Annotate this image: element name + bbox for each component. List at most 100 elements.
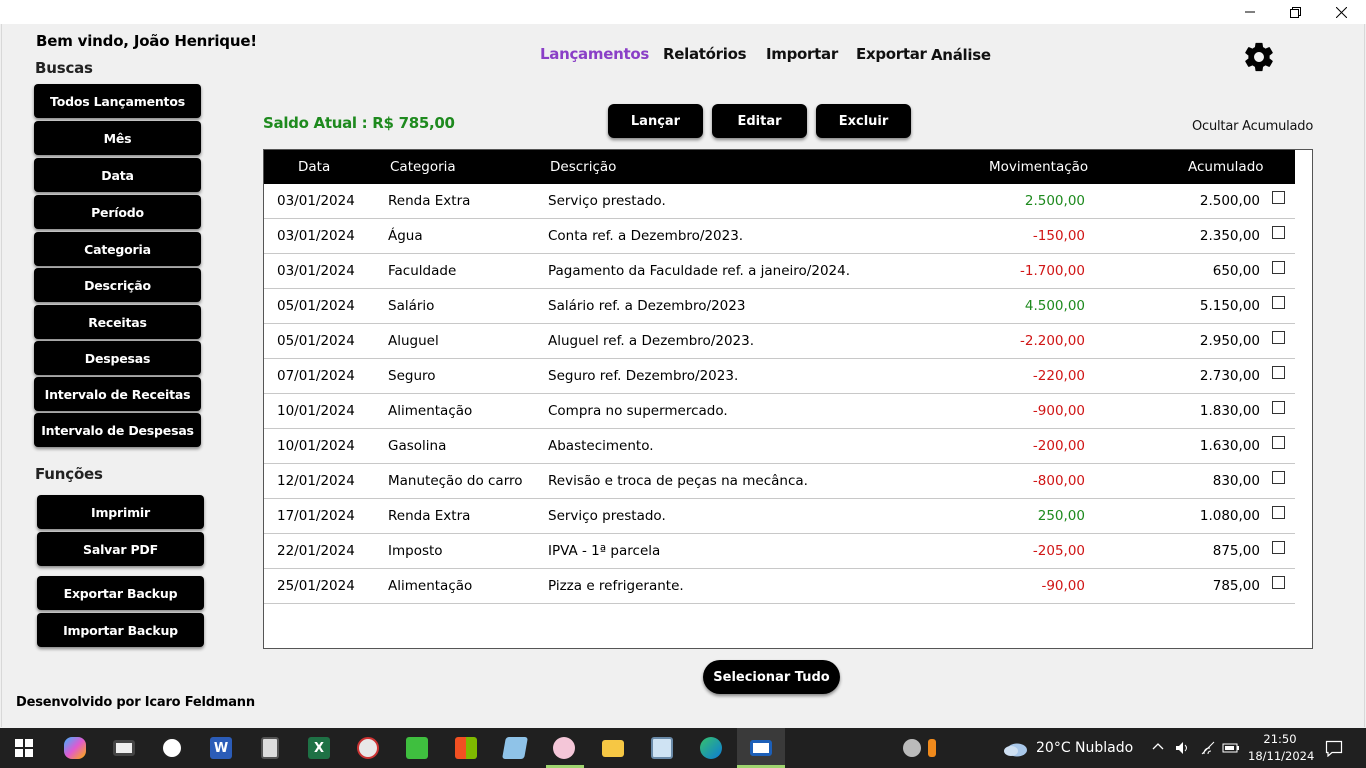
row-checkbox[interactable] (1272, 541, 1285, 554)
header-description[interactable]: Descrição (550, 159, 616, 175)
cell-accumulated: 830,00 (1212, 473, 1260, 489)
table-row[interactable]: 10/01/2024 Alimentação Compra no supermerc… (264, 394, 1295, 429)
search-period-button[interactable]: Período (34, 195, 201, 229)
row-checkbox[interactable] (1272, 366, 1285, 379)
table-row[interactable]: 25/01/2024 Alimentação Pizza e refrigerant… (264, 569, 1295, 604)
table-row[interactable]: 17/01/2024 Renda Extra Serviço prestado. 25… (264, 499, 1295, 534)
cell-category: Alimentação (388, 403, 473, 419)
search-category-button[interactable]: Categoria (34, 232, 201, 266)
file-explorer-icon[interactable] (599, 734, 627, 762)
hide-accumulated-toggle[interactable]: Ocultar Acumulado (1192, 119, 1313, 134)
excel-icon[interactable]: X (305, 734, 333, 762)
task-manager-icon[interactable] (648, 734, 676, 762)
import-backup-button[interactable]: Importar Backup (37, 613, 204, 647)
paint-icon[interactable] (550, 734, 578, 762)
search-all-button[interactable]: Todos Lançamentos (34, 84, 201, 118)
nav-lancamentos[interactable]: Lançamentos (540, 45, 649, 63)
row-checkbox[interactable] (1272, 296, 1285, 309)
restore-button[interactable] (1272, 0, 1318, 24)
search-date-button[interactable]: Data (34, 158, 201, 192)
nav-exportar[interactable]: Exportar (856, 45, 927, 63)
clock-app-icon[interactable] (354, 734, 382, 762)
cell-accumulated: 2.950,00 (1199, 333, 1260, 349)
nav-importar[interactable]: Importar (766, 45, 838, 63)
row-checkbox[interactable] (1272, 401, 1285, 414)
cell-description: Salário ref. a Dezembro/2023 (548, 298, 746, 314)
table-row[interactable]: 03/01/2024 Faculdade Pagamento da Faculdad… (264, 254, 1295, 289)
windows-start-icon[interactable] (10, 734, 38, 762)
settings-gear-icon[interactable] (1242, 40, 1276, 74)
close-icon (1335, 6, 1347, 18)
minimize-button[interactable] (1227, 0, 1273, 24)
table-row[interactable]: 05/01/2024 Salário Salário ref. a Dezembro… (264, 289, 1295, 324)
nav-relatorios[interactable]: Relatórios (663, 45, 747, 63)
cell-category: Aluguel (388, 333, 439, 349)
add-entry-button[interactable]: Lançar (608, 104, 703, 138)
cell-category: Manuteção do carro (388, 473, 523, 489)
cell-accumulated: 5.150,00 (1199, 298, 1260, 314)
system-clock[interactable]: 21:50 18/11/2024 (1248, 731, 1314, 765)
copilot-icon[interactable] (61, 734, 89, 762)
volume-icon[interactable] (1174, 740, 1190, 756)
row-checkbox[interactable] (1272, 226, 1285, 239)
welcome-message: Bem vindo, João Henrique! (36, 32, 257, 50)
network-icon[interactable] (1200, 740, 1216, 756)
search-expenses-button[interactable]: Despesas (34, 341, 201, 375)
close-button[interactable] (1318, 0, 1364, 24)
window-titlebar (0, 0, 1366, 24)
table-row[interactable]: 03/01/2024 Água Conta ref. a Dezembro/2023… (264, 219, 1295, 254)
cell-accumulated: 2.730,00 (1199, 368, 1260, 384)
edge-icon[interactable] (697, 734, 725, 762)
taskbar: W X 20°C Nublado 21:50 18/11/2024 (0, 728, 1366, 768)
cell-date: 05/01/2024 (277, 333, 355, 349)
export-backup-button[interactable]: Exportar Backup (37, 576, 204, 610)
table-row[interactable]: 12/01/2024 Manuteção do carro Revisão e tr… (264, 464, 1295, 499)
search-income-range-button[interactable]: Intervalo de Receitas (34, 377, 201, 411)
header-accumulated[interactable]: Acumulado (1188, 159, 1264, 175)
row-checkbox[interactable] (1272, 261, 1285, 274)
notes-icon[interactable] (501, 734, 529, 762)
table-row[interactable]: 05/01/2024 Aluguel Aluguel ref. a Dezembro… (264, 324, 1295, 359)
cell-movement: 2.500,00 (1024, 193, 1085, 209)
green-app-icon[interactable] (403, 734, 431, 762)
search-expense-range-button[interactable]: Intervalo de Despesas (34, 413, 201, 447)
row-checkbox[interactable] (1272, 506, 1285, 519)
search-income-button[interactable]: Receitas (34, 305, 201, 339)
print-button[interactable]: Imprimir (37, 495, 204, 529)
table-row[interactable]: 07/01/2024 Seguro Seguro ref. Dezembro/202… (264, 359, 1295, 394)
search-month-button[interactable]: Mês (34, 121, 201, 155)
nav-analise[interactable]: Análise (931, 46, 991, 64)
edit-entry-button[interactable]: Editar (712, 104, 807, 138)
row-checkbox[interactable] (1272, 191, 1285, 204)
cell-description: IPVA - 1ª parcela (548, 543, 661, 559)
developer-credit: Desenvolvido por Icaro Feldmann (16, 695, 255, 710)
notifications-icon[interactable] (1325, 740, 1343, 757)
battery-icon[interactable] (1222, 741, 1240, 755)
row-checkbox[interactable] (1272, 471, 1285, 484)
word-icon[interactable]: W (207, 734, 235, 762)
row-checkbox[interactable] (1272, 436, 1285, 449)
calculator-icon[interactable] (256, 734, 284, 762)
select-all-button[interactable]: Selecionar Tudo (703, 660, 840, 694)
header-movement[interactable]: Movimentação (989, 159, 1088, 175)
table-row[interactable]: 10/01/2024 Gasolina Abastecimento. -200,00 1… (264, 429, 1295, 464)
search-description-button[interactable]: Descrição (34, 268, 201, 302)
chevron-up-icon[interactable] (1152, 742, 1164, 750)
delete-entry-button[interactable]: Excluir (816, 104, 911, 138)
minimize-icon (1245, 11, 1255, 13)
header-date[interactable]: Data (298, 159, 330, 175)
cell-description: Aluguel ref. a Dezembro/2023. (548, 333, 755, 349)
table-row[interactable]: 22/01/2024 Imposto IPVA - 1ª parcela -205,0… (264, 534, 1295, 569)
camera-icon[interactable] (110, 734, 138, 762)
store-icon[interactable] (452, 734, 480, 762)
active-window-icon[interactable] (747, 734, 775, 762)
cell-date: 25/01/2024 (277, 578, 355, 594)
updates-icon[interactable] (922, 734, 942, 762)
row-checkbox[interactable] (1272, 331, 1285, 344)
weather-widget[interactable]: 20°C Nublado (1002, 728, 1133, 768)
save-pdf-button[interactable]: Salvar PDF (37, 532, 204, 566)
table-row[interactable]: 03/01/2024 Renda Extra Serviço prestado. 2.… (264, 184, 1295, 219)
header-category[interactable]: Categoria (390, 159, 456, 175)
photos-icon[interactable] (158, 734, 186, 762)
row-checkbox[interactable] (1272, 576, 1285, 589)
